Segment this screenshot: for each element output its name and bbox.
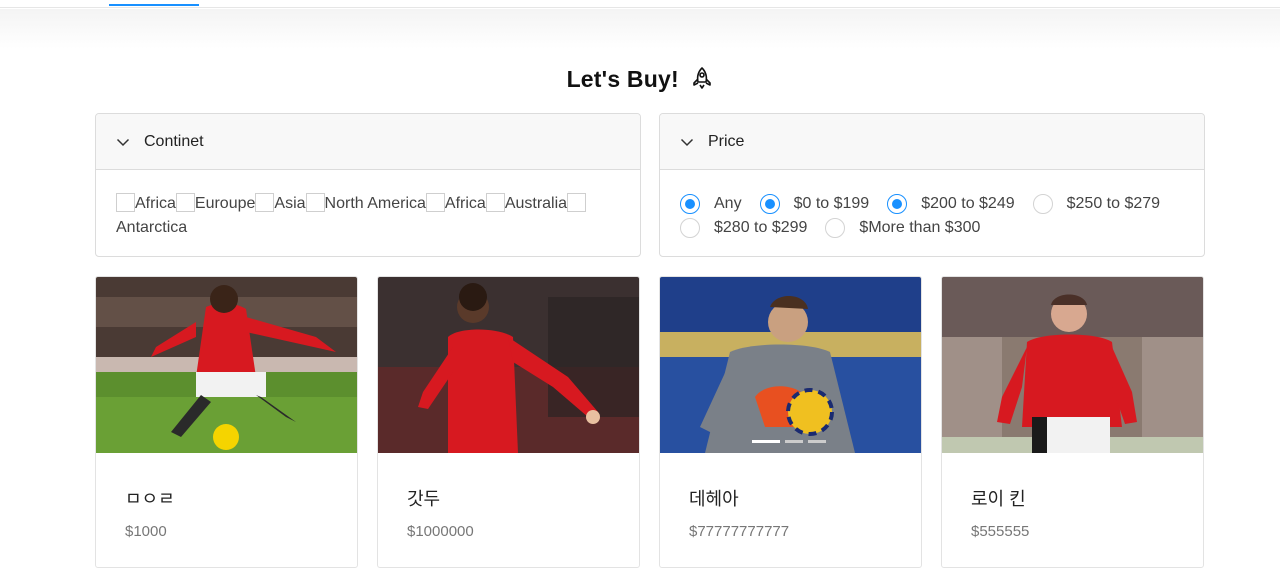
product-card-1[interactable]: ㅁㅇㄹ $1000 [95,276,358,568]
price-option-label: Any [714,195,742,212]
product-name: 로이 킨 [971,489,1026,509]
product-name: ㅁㅇㄹ [125,489,175,509]
header-shade [0,9,1280,49]
rocket-icon [691,66,713,96]
continent-filter-panel: Continet Africa Euroupe Asia North America A… [95,113,641,257]
price-option[interactable]: $0 to $199 [759,192,870,216]
chevron-down-icon [680,138,694,146]
price-option-label: $280 to $299 [714,219,808,236]
checkbox[interactable] [175,193,195,212]
radio-button[interactable] [680,218,700,238]
product-photo [378,277,639,453]
checkbox[interactable] [425,193,445,212]
price-filter-label: Price [708,132,745,150]
page-title: Let's Buy! [0,66,1280,96]
price-option[interactable]: $200 to $249 [887,192,1015,216]
checkbox[interactable] [116,193,135,212]
price-options: Any $0 to $199 $200 to $249 $250 to $279 $28… [660,170,1204,240]
price-option-label: $250 to $279 [1066,195,1161,212]
checkbox[interactable] [305,193,325,212]
price-option[interactable]: $280 to $299 [680,216,807,240]
product-price: $77777777777 [689,523,790,540]
product-card-2[interactable]: 갓두 $1000000 [377,276,640,568]
continent-option-africa[interactable]: Africa [116,193,176,212]
continent-filter-header[interactable]: Continet [96,114,640,170]
price-option[interactable]: Any [680,192,742,216]
product-price: $1000 [125,523,167,540]
continent-filter-label: Continet [144,132,204,150]
checkbox[interactable] [485,193,505,212]
continent-option-north-america[interactable]: North America [305,193,426,212]
radio-button[interactable] [680,194,700,214]
chevron-down-icon [116,138,130,146]
active-tab-indicator [109,4,199,6]
product-price: $1000000 [407,523,474,540]
radio-button[interactable] [759,194,780,214]
checkbox[interactable] [255,193,275,212]
radio-button[interactable] [1032,194,1053,214]
continent-option-australia[interactable]: Australia [485,193,567,212]
price-filter-panel: Price Any $0 to $199 $200 to $249 $250 to $… [659,113,1205,257]
product-photo [660,277,921,453]
price-option[interactable]: $250 to $279 [1032,192,1161,216]
page-title-text: Let's Buy! [566,66,679,92]
product-photo [96,277,357,453]
product-card-4[interactable]: 로이 킨 $555555 [941,276,1204,568]
product-photo [942,277,1203,453]
product-name: 데헤아 [689,489,739,509]
price-filter-header[interactable]: Price [660,114,1204,170]
radio-button[interactable] [887,194,908,214]
price-radio-group: Any $0 to $199 $200 to $249 $250 to $279 $28… [680,192,1184,240]
product-price: $555555 [971,523,1030,540]
continent-option-asia[interactable]: Asia [255,193,306,212]
radio-button[interactable] [825,218,846,238]
price-option-label: $200 to $249 [921,195,1015,212]
price-option[interactable]: $More than $300 [825,216,980,240]
continent-option-africa-2[interactable]: Africa [425,193,486,212]
continent-options: Africa Euroupe Asia North America Africa Aust… [96,170,640,240]
product-name: 갓두 [407,489,441,509]
price-option-label: $0 to $199 [793,195,870,212]
continent-option-europe[interactable]: Euroupe [175,193,255,212]
product-card-3[interactable]: 데헤아 $77777777777 [659,276,922,568]
top-nav-bar [0,0,1280,8]
price-option-label: $More than $300 [859,219,981,236]
checkbox[interactable] [567,193,587,212]
